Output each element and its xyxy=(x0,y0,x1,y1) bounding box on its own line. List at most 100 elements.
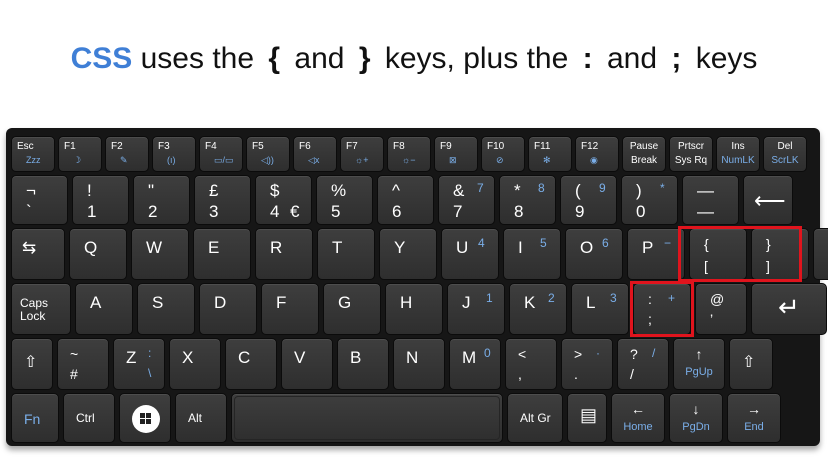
menu-icon: ▤ xyxy=(580,405,598,425)
key-esc-sublabel: Zzz xyxy=(26,155,41,165)
caption-open-brace: { xyxy=(268,42,281,75)
key-m[interactable]: M0 xyxy=(449,338,501,390)
rshift-icon: ⇧ xyxy=(742,354,756,371)
key-slash[interactable]: ? / / xyxy=(617,338,669,390)
key-rbracket[interactable]: }] xyxy=(751,228,809,280)
key-f12[interactable]: F12 ◉ xyxy=(575,136,619,172)
key-lshift[interactable]: ⇧ xyxy=(11,338,53,390)
key-q[interactable]: Q xyxy=(69,228,127,280)
key-5[interactable]: % 5 xyxy=(316,175,373,225)
key-3[interactable]: £3 xyxy=(194,175,251,225)
key-quote-shift: @ xyxy=(710,291,725,307)
key-end[interactable]: → End xyxy=(727,393,781,443)
key-f4[interactable]: F4 ▭/▭ xyxy=(199,136,243,172)
key-period[interactable]: >. · xyxy=(561,338,613,390)
key-d[interactable]: D xyxy=(199,283,257,335)
key-home[interactable]: ← Home xyxy=(611,393,665,443)
key-f3[interactable]: F3 (ı) xyxy=(152,136,196,172)
key-ins[interactable]: Ins NumLK xyxy=(716,136,760,172)
key-f7[interactable]: F7 ☼+ xyxy=(340,136,384,172)
key-semicolon[interactable]: :; + xyxy=(633,283,691,335)
key-altgr[interactable]: Alt Gr xyxy=(507,393,563,443)
key-f8[interactable]: F8 ☼− xyxy=(387,136,431,172)
key-o[interactable]: O6 xyxy=(565,228,623,280)
key-8[interactable]: * 8 8 xyxy=(499,175,556,225)
key-g[interactable]: G xyxy=(323,283,381,335)
key-h[interactable]: H xyxy=(385,283,443,335)
key-enter[interactable]: ↵ xyxy=(751,283,827,335)
key-menu[interactable]: ▤ xyxy=(567,393,607,443)
key-c[interactable]: C xyxy=(225,338,277,390)
key-f6[interactable]: F6 ◁x xyxy=(293,136,337,172)
key-r[interactable]: R xyxy=(255,228,313,280)
key-period-top: > xyxy=(574,346,583,362)
key-z[interactable]: Z: \ xyxy=(113,338,165,390)
key-ins-sublabel: NumLK xyxy=(721,155,755,166)
key-t[interactable]: T xyxy=(317,228,375,280)
key-equals[interactable]: += xyxy=(813,228,828,280)
key-3-base: 3 xyxy=(209,202,219,221)
key-l[interactable]: L3 xyxy=(571,283,629,335)
key-tab[interactable]: ⇆ xyxy=(11,228,65,280)
key-prtscr[interactable]: Prtscr Sys Rq xyxy=(669,136,713,172)
key-f1[interactable]: F1 ☽ xyxy=(58,136,102,172)
key-pgdn[interactable]: ↓ PgDn xyxy=(669,393,723,443)
key-space[interactable] xyxy=(231,393,503,443)
key-backspace[interactable]: ⟵ xyxy=(743,175,793,225)
key-f10[interactable]: F10 ⊘ xyxy=(481,136,525,172)
key-j[interactable]: J1 xyxy=(447,283,505,335)
key-minus[interactable]: — — xyxy=(682,175,739,225)
key-k[interactable]: K2 xyxy=(509,283,567,335)
key-esc[interactable]: Esc Zzz xyxy=(11,136,55,172)
key-f9[interactable]: F9 ⊠ xyxy=(434,136,478,172)
key-2[interactable]: " 2 xyxy=(133,175,190,225)
key-del[interactable]: Del ScrLK xyxy=(763,136,807,172)
key-rshift[interactable]: ⇧ xyxy=(729,338,773,390)
key-v[interactable]: V xyxy=(281,338,333,390)
key-b[interactable]: B xyxy=(337,338,389,390)
key-hash[interactable]: ~ # xyxy=(57,338,109,390)
key-t-label: T xyxy=(332,238,343,257)
key-7[interactable]: & 7 7 xyxy=(438,175,495,225)
key-p[interactable]: P − xyxy=(627,228,685,280)
key-4[interactable]: $4 € xyxy=(255,175,312,225)
key-capslock[interactable]: Caps Lock xyxy=(11,283,71,335)
key-comma[interactable]: <, xyxy=(505,338,557,390)
key-esc-label: Esc xyxy=(17,141,34,152)
key-a[interactable]: A xyxy=(75,283,133,335)
key-1[interactable]: ! 1 xyxy=(72,175,129,225)
key-pause[interactable]: Pause Break xyxy=(622,136,666,172)
key-w[interactable]: W xyxy=(131,228,189,280)
key-f2[interactable]: F2 ✎ xyxy=(105,136,149,172)
key-0[interactable]: ) 0 * xyxy=(621,175,678,225)
key-rbracket-base: ] xyxy=(766,258,770,274)
key-quote[interactable]: @’ xyxy=(695,283,747,335)
key-f11-sublabel: ✻ xyxy=(543,155,551,165)
key-f[interactable]: F xyxy=(261,283,319,335)
key-ctrl[interactable]: Ctrl xyxy=(63,393,115,443)
key-s[interactable]: S xyxy=(137,283,195,335)
key-f12-sublabel: ◉ xyxy=(590,155,598,165)
key-i[interactable]: I5 xyxy=(503,228,561,280)
key-backtick[interactable]: ¬ ` xyxy=(11,175,68,225)
key-alt[interactable]: Alt xyxy=(175,393,227,443)
key-6[interactable]: ^ 6 xyxy=(377,175,434,225)
key-win[interactable] xyxy=(119,393,171,443)
key-n[interactable]: N xyxy=(393,338,445,390)
key-pgup[interactable]: ↑ PgUp xyxy=(673,338,725,390)
key-y[interactable]: Y xyxy=(379,228,437,280)
key-f8-label: F8 xyxy=(393,141,405,152)
key-lbracket[interactable]: {[ xyxy=(689,228,747,280)
key-ins-label: Ins xyxy=(731,141,745,152)
key-9[interactable]: (9 9 xyxy=(560,175,617,225)
lshift-icon: ⇧ xyxy=(24,354,38,371)
key-fn[interactable]: Fn xyxy=(11,393,59,443)
key-m-numpad: 0 xyxy=(484,346,491,360)
key-f1-label: F1 xyxy=(64,141,76,152)
key-f11[interactable]: F11 ✻ xyxy=(528,136,572,172)
key-f5[interactable]: F5 ◁)) xyxy=(246,136,290,172)
key-u[interactable]: U4 xyxy=(441,228,499,280)
key-e-label: E xyxy=(208,238,220,257)
key-x[interactable]: X xyxy=(169,338,221,390)
key-e[interactable]: E xyxy=(193,228,251,280)
